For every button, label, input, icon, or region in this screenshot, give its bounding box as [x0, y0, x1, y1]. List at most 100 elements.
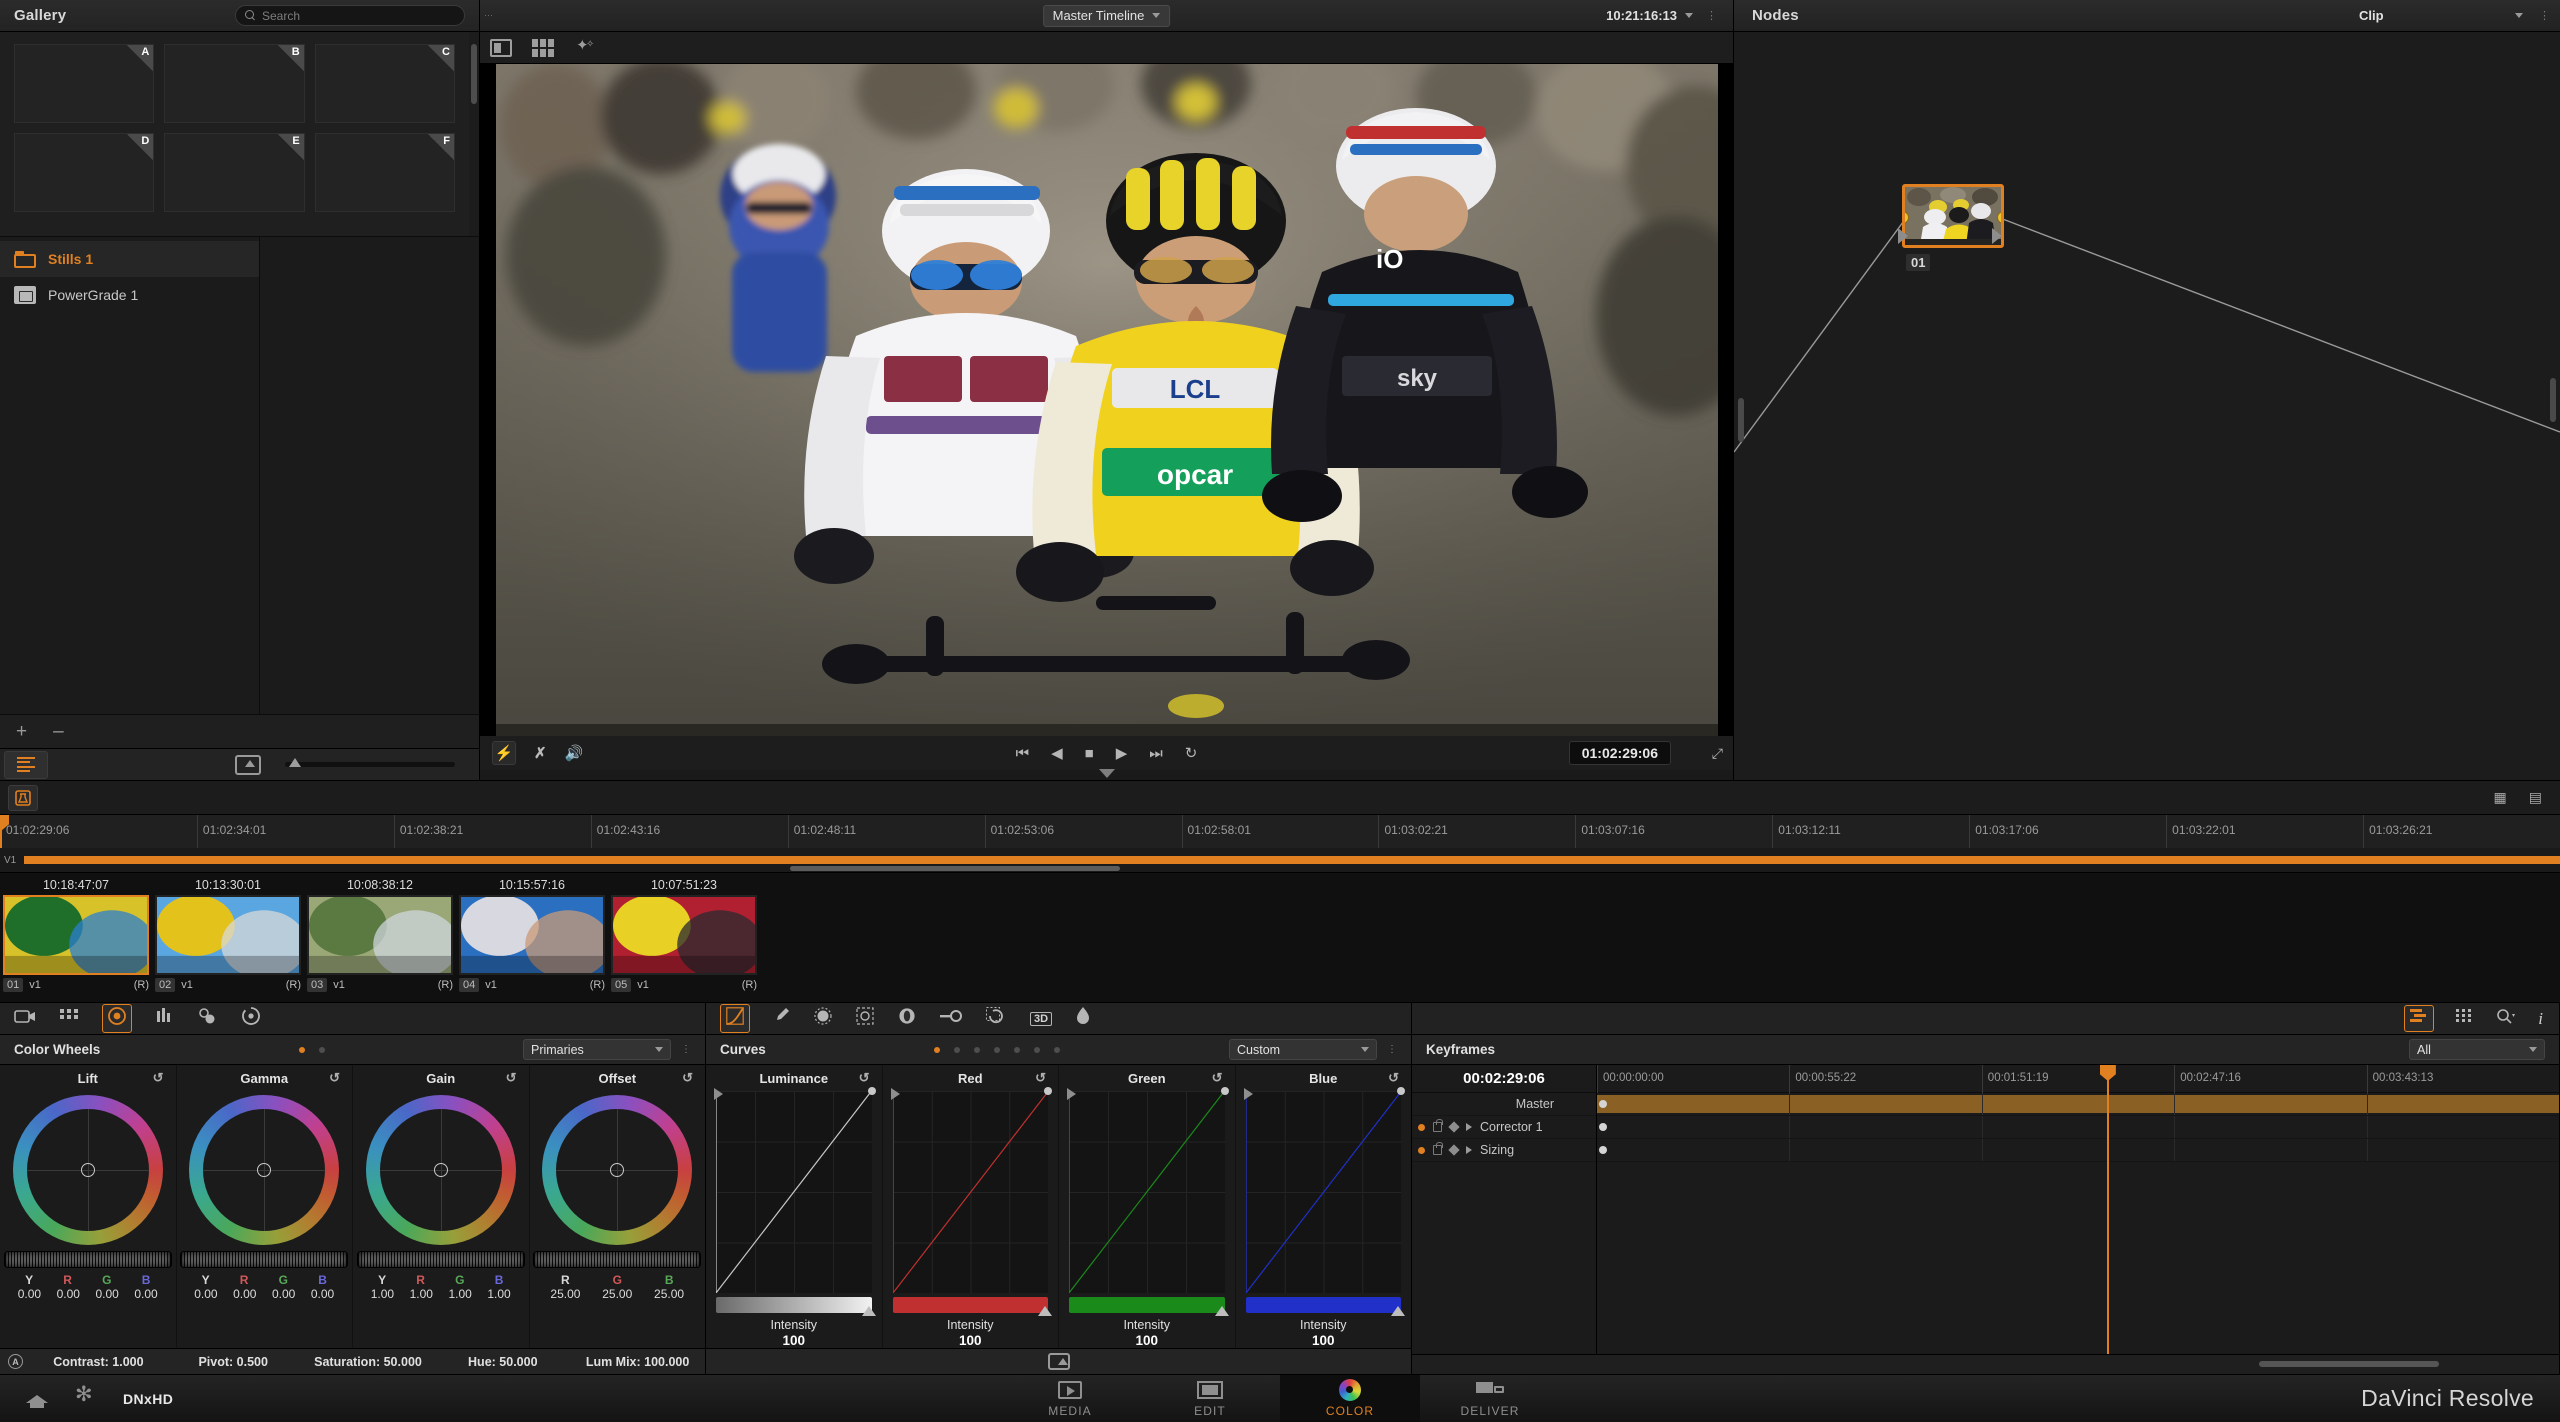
gallery-still[interactable]: E	[164, 132, 305, 212]
wheel-master-dial[interactable]	[533, 1251, 702, 1268]
gallery-still[interactable]: A	[14, 44, 155, 123]
gallery-zoom-slider[interactable]	[285, 758, 455, 767]
curves-mode-select[interactable]: Custom	[1229, 1039, 1377, 1060]
curve-intensity-slider[interactable]	[716, 1297, 876, 1316]
gallery-album-stills-1[interactable]: Stills 1	[0, 241, 259, 277]
keyframe-marker[interactable]	[1599, 1146, 1607, 1154]
page-button-deliver[interactable]: DELIVER	[1420, 1375, 1560, 1422]
keyframe-diamond-icon[interactable]	[1448, 1144, 1460, 1156]
reset-icon[interactable]: ↺	[506, 1070, 517, 1086]
gallery-album-powergrade-1[interactable]: PowerGrade 1	[0, 277, 259, 313]
color-tool-icon[interactable]: ⚡	[492, 741, 516, 765]
power-window-circle-icon[interactable]	[814, 1007, 832, 1030]
wheel-channel-value[interactable]: 0.00	[57, 1287, 80, 1301]
keyframe-track-header-sizing[interactable]: Sizing	[1412, 1139, 1596, 1162]
node-scope-selector[interactable]: Clip	[2351, 5, 2531, 27]
add-album-button[interactable]: +	[16, 722, 27, 741]
motion-effects-icon[interactable]	[198, 1008, 218, 1029]
gallery-still[interactable]: F	[314, 132, 455, 212]
curve-intensity-slider[interactable]	[892, 1297, 1052, 1316]
blur-icon[interactable]	[898, 1007, 916, 1030]
keyframes-playhead[interactable]	[2099, 1065, 2116, 1354]
reset-icon[interactable]: ↺	[153, 1070, 164, 1086]
reset-icon[interactable]: ↺	[1388, 1070, 1399, 1086]
curve-start-handle[interactable]	[1243, 1088, 1253, 1100]
curve-end-point[interactable]	[867, 1087, 876, 1095]
home-icon[interactable]	[26, 1389, 48, 1408]
curve-intensity-value[interactable]: 100	[1059, 1332, 1235, 1348]
viewer-timecode-display[interactable]: 01:02:29:06	[1568, 741, 1671, 765]
timeline-clip-thumbnail[interactable]: 10:15:57:16 04 v1 (R)	[456, 873, 608, 1002]
param-lum-mix[interactable]: Lum Mix: 100.000	[570, 1355, 705, 1369]
gallery-list-view-button[interactable]	[4, 750, 48, 779]
play-button[interactable]: ▶	[1116, 744, 1128, 762]
camera-raw-icon[interactable]	[14, 1008, 36, 1029]
curve-end-point[interactable]	[1397, 1087, 1405, 1095]
param-pivot[interactable]: Pivot: 0.500	[166, 1355, 301, 1369]
rgb-mixer-icon[interactable]	[156, 1008, 174, 1029]
curve-end-point[interactable]	[1044, 1087, 1052, 1095]
chevron-right-icon[interactable]	[1466, 1123, 1472, 1131]
wheel-knob[interactable]	[433, 1163, 448, 1177]
wheel-control[interactable]	[189, 1095, 340, 1245]
wheel-channel-value[interactable]: 1.00	[449, 1287, 472, 1301]
keyframe-marker[interactable]	[1599, 1100, 1607, 1108]
timeline-horizontal-scrollbar[interactable]	[790, 866, 1120, 871]
curve-graph[interactable]	[714, 1087, 876, 1293]
node-input-handle[interactable]	[1738, 398, 1744, 442]
curves-export-icon[interactable]	[1047, 1353, 1070, 1370]
param-contrast[interactable]: Contrast: 1.000	[31, 1355, 166, 1369]
color-wheels-icon[interactable]	[102, 1004, 132, 1033]
timeline-playhead[interactable]	[0, 815, 9, 848]
qualifier-eyedropper-icon[interactable]	[774, 1007, 790, 1030]
go-to-first-frame-button[interactable]: ⏮	[1016, 745, 1030, 762]
curve-intensity-value[interactable]: 100	[1236, 1332, 1412, 1348]
wheel-channel-value[interactable]: 1.00	[487, 1287, 510, 1301]
nodes-grid-icon[interactable]	[2456, 1008, 2474, 1029]
wheel-control[interactable]	[542, 1095, 693, 1245]
curve-start-handle[interactable]	[714, 1088, 723, 1100]
keyframe-track-master[interactable]	[1597, 1093, 2559, 1116]
color-wheels-mode-select[interactable]: Primaries	[522, 1039, 671, 1060]
reset-icon[interactable]: ↺	[1212, 1070, 1223, 1086]
curve-graph[interactable]	[1243, 1087, 1405, 1293]
keyframes-icon[interactable]	[2404, 1005, 2435, 1032]
curve-start-handle[interactable]	[890, 1088, 900, 1100]
wheel-channel-value[interactable]: 0.00	[272, 1287, 295, 1301]
sizing-icon[interactable]	[986, 1007, 1006, 1030]
play-reverse-button[interactable]: ◀	[1051, 744, 1063, 762]
stop-button[interactable]: ■	[1085, 745, 1094, 762]
wheel-channel-value[interactable]: 1.00	[410, 1287, 433, 1301]
wheel-channel-value[interactable]: 0.00	[134, 1287, 157, 1301]
node-thumbnail-01[interactable]	[1902, 184, 2004, 248]
curve-graph[interactable]	[1067, 1087, 1229, 1293]
reset-icon[interactable]: ↺	[329, 1070, 340, 1086]
timeline-clip-thumbnail[interactable]: 10:18:47:07 01 v1 (R)	[0, 873, 152, 1002]
curves-icon[interactable]	[720, 1004, 750, 1033]
keyframe-enable-icon[interactable]	[1418, 1146, 1425, 1154]
key-icon[interactable]	[940, 1009, 962, 1028]
color-match-icon[interactable]	[60, 1008, 78, 1029]
reset-icon[interactable]: ↺	[1035, 1070, 1046, 1086]
search-dropdown-icon[interactable]	[2496, 1008, 2516, 1029]
loop-button[interactable]: ↻	[1185, 744, 1198, 762]
wheel-knob[interactable]	[80, 1163, 95, 1177]
gallery-still[interactable]: B	[164, 44, 305, 123]
gallery-still[interactable]: D	[14, 132, 155, 212]
wheel-control[interactable]	[12, 1095, 163, 1245]
page-button-media[interactable]: MEDIA	[1000, 1375, 1140, 1422]
timeline-mode-button[interactable]	[8, 784, 38, 811]
keyframe-master-bar[interactable]	[1597, 1095, 2559, 1113]
wheel-channel-value[interactable]: 25.00	[654, 1287, 684, 1301]
curve-intensity-value[interactable]: 100	[706, 1332, 882, 1348]
wheel-master-dial[interactable]	[356, 1251, 525, 1268]
tracker-icon[interactable]	[856, 1007, 874, 1030]
curve-graph[interactable]	[890, 1087, 1052, 1293]
curves-page-dots[interactable]	[934, 1046, 1061, 1053]
keyframe-marker[interactable]	[1599, 1123, 1607, 1131]
keyframe-enable-icon[interactable]	[1418, 1123, 1425, 1131]
timeline-thumbnail-view-icon[interactable]: ▦	[2494, 789, 2507, 806]
keyframe-track-corrector-1[interactable]	[1597, 1116, 2559, 1139]
timeline-clip-thumbnail[interactable]: 10:07:51:23 05 v1 (R)	[608, 873, 760, 1002]
info-icon[interactable]: i	[2538, 1009, 2543, 1029]
